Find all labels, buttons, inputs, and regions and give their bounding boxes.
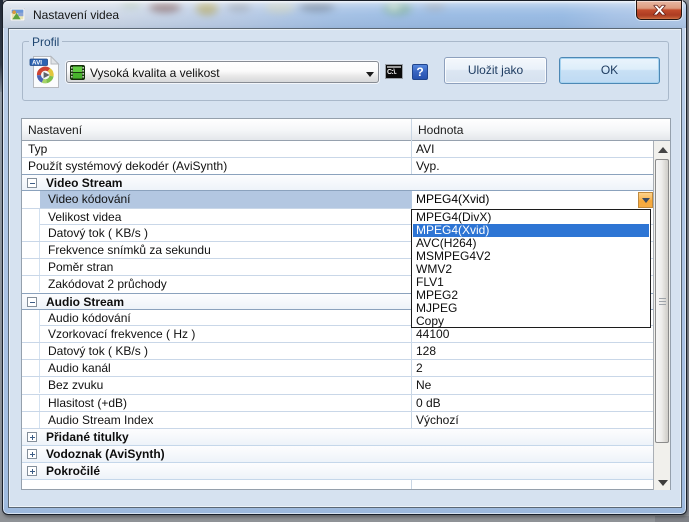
svg-text:AVI: AVI: [32, 59, 42, 66]
